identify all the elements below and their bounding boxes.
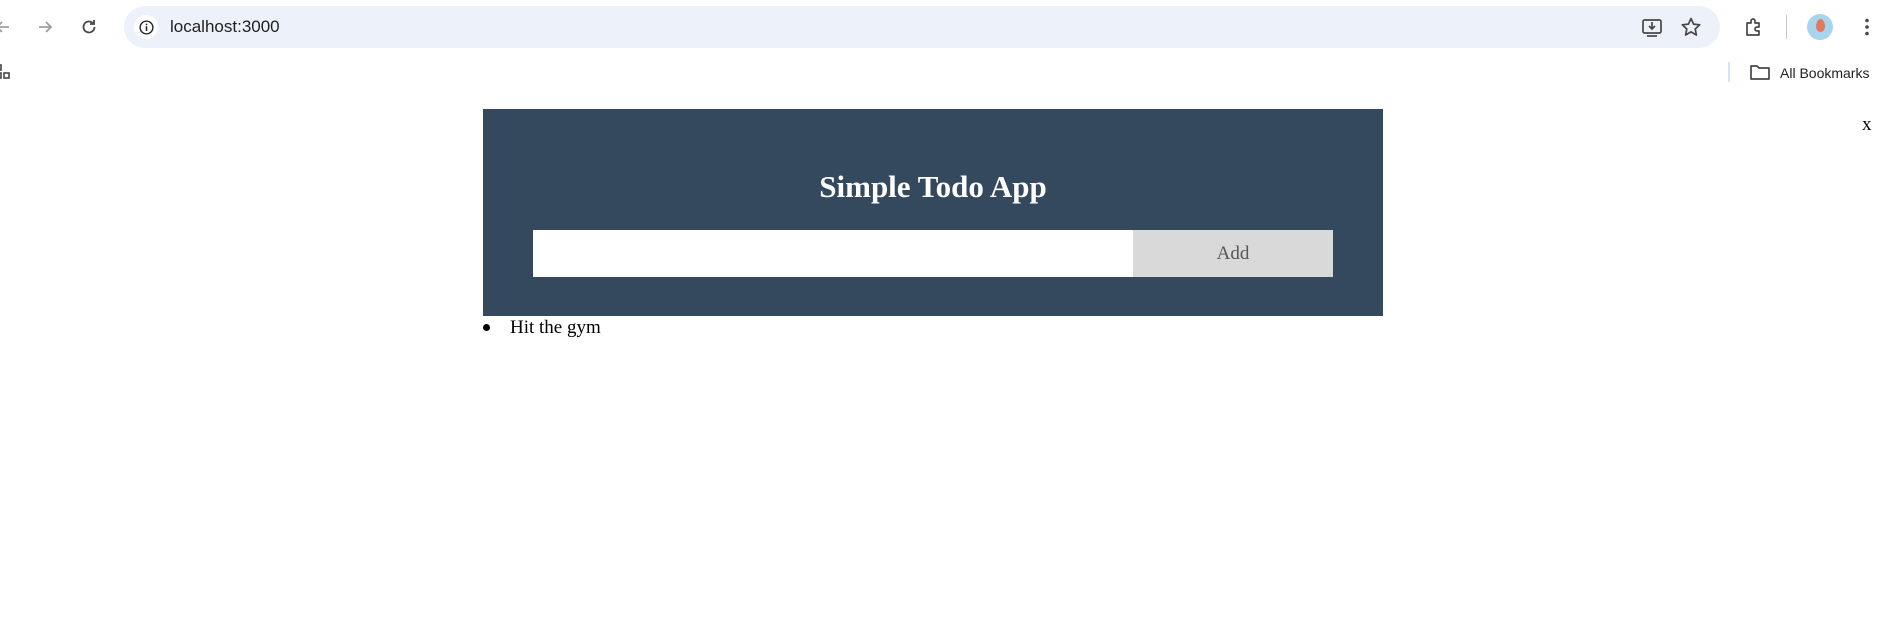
bookmarks-divider: [1728, 62, 1730, 82]
todo-app-header: Simple Todo App Add: [483, 109, 1383, 316]
close-button[interactable]: x: [1862, 114, 1872, 136]
bookmarks-bar: All Bookmarks: [0, 54, 1892, 90]
arrow-left-icon: [0, 21, 9, 33]
extensions-button[interactable]: [1739, 12, 1769, 42]
star-icon: [1681, 17, 1701, 36]
arrow-right-icon: [39, 21, 53, 33]
reload-button[interactable]: [72, 10, 106, 44]
browser-menu-button[interactable]: [1852, 12, 1882, 42]
todo-input[interactable]: [533, 230, 1133, 277]
browser-toolbar: localhost:3000: [0, 0, 1892, 54]
apps-grid-icon[interactable]: [0, 64, 10, 80]
todo-list: Hit the gym: [483, 316, 1383, 340]
bookmark-star-button[interactable]: [1678, 14, 1704, 40]
site-info-button[interactable]: [134, 15, 158, 39]
url-text[interactable]: localhost:3000: [170, 17, 280, 37]
folder-icon: [1750, 65, 1770, 80]
all-bookmarks-link[interactable]: All Bookmarks: [1780, 65, 1869, 81]
forward-button[interactable]: [28, 10, 62, 44]
list-item[interactable]: Hit the gym: [483, 316, 1383, 340]
back-button[interactable]: [0, 10, 20, 44]
kebab-menu-icon: [1865, 18, 1869, 36]
install-app-button[interactable]: [1639, 14, 1665, 40]
puzzle-icon: [1746, 18, 1760, 36]
add-button[interactable]: Add: [1133, 230, 1333, 277]
todo-text: Hit the gym: [510, 317, 601, 338]
toolbar-divider: [1786, 15, 1787, 39]
install-app-icon: [1642, 19, 1662, 37]
address-bar[interactable]: localhost:3000: [124, 6, 1720, 48]
info-icon: [138, 19, 154, 35]
bullet-icon: [483, 324, 490, 331]
reload-icon: [82, 20, 96, 34]
avatar[interactable]: [1807, 14, 1833, 40]
page-title: Simple Todo App: [819, 169, 1047, 204]
profile-picture: [1816, 19, 1825, 32]
